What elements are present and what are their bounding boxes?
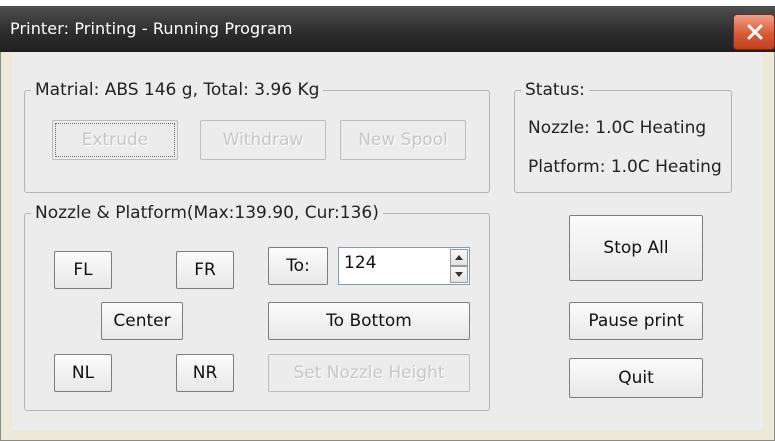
target-height-spinner[interactable]: 124 bbox=[338, 247, 470, 285]
target-height-value[interactable]: 124 bbox=[344, 253, 376, 273]
center-button[interactable]: Center bbox=[101, 302, 183, 340]
quit-button[interactable]: Quit bbox=[569, 358, 703, 398]
title-bar[interactable]: Printer: Printing - Running Program bbox=[0, 6, 775, 52]
nozzle-status: Nozzle: 1.0C Heating bbox=[528, 118, 707, 138]
material-legend: Matrial: ABS 146 g, Total: 3.96 Kg bbox=[35, 80, 320, 100]
stop-all-button[interactable]: Stop All bbox=[569, 215, 703, 281]
pause-print-button[interactable]: Pause print bbox=[569, 302, 703, 340]
nr-button[interactable]: NR bbox=[176, 354, 234, 392]
nl-button[interactable]: NL bbox=[54, 354, 112, 392]
close-button[interactable] bbox=[733, 14, 775, 50]
spin-down-icon bbox=[455, 272, 463, 277]
spin-up-button[interactable] bbox=[450, 249, 468, 266]
withdraw-button[interactable]: Withdraw bbox=[200, 120, 326, 160]
platform-status: Platform: 1.0C Heating bbox=[528, 157, 722, 177]
set-nozzle-height-button[interactable]: Set Nozzle Height bbox=[268, 354, 470, 392]
new-spool-button[interactable]: New Spool bbox=[340, 120, 466, 160]
client-area: Matrial: ABS 146 g, Total: 3.96 Kg Extru… bbox=[12, 52, 763, 430]
to-bottom-button[interactable]: To Bottom bbox=[268, 302, 470, 340]
to-button[interactable]: To: bbox=[268, 247, 328, 285]
window-title: Printer: Printing - Running Program bbox=[10, 19, 293, 38]
extrude-button[interactable]: Extrude bbox=[52, 120, 178, 160]
fl-button[interactable]: FL bbox=[54, 251, 112, 289]
status-legend: Status: bbox=[525, 80, 585, 100]
spin-down-button[interactable] bbox=[450, 266, 468, 283]
spin-up-icon bbox=[455, 255, 463, 260]
close-icon bbox=[747, 24, 763, 40]
fr-button[interactable]: FR bbox=[176, 251, 234, 289]
nozzle-platform-legend: Nozzle & Platform(Max:139.90, Cur:136) bbox=[35, 203, 379, 223]
spinner-arrows bbox=[450, 249, 468, 283]
